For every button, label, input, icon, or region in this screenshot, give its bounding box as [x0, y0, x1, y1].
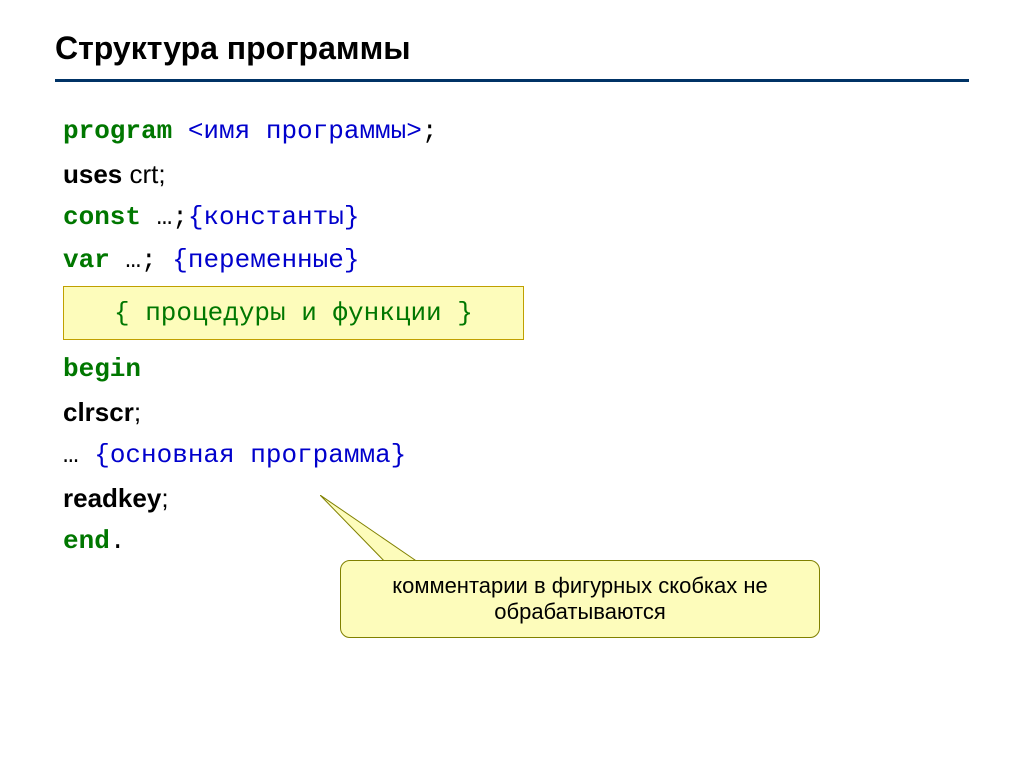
callout-text: комментарии в фигурных скобках не обраба…	[392, 573, 768, 624]
var-rest: …;	[110, 245, 172, 275]
code-line-readkey: readkey;	[63, 477, 969, 520]
clrscr-rest: ;	[134, 397, 141, 427]
code-line-end: end.	[63, 520, 969, 563]
highlight-text: { процедуры и функции }	[74, 292, 513, 335]
comment-var: {переменные}	[172, 245, 359, 275]
code-line-clrscr: clrscr;	[63, 391, 969, 434]
uses-rest: crt;	[130, 159, 166, 189]
main-pre: …	[63, 440, 94, 470]
semicolon: ;	[422, 116, 438, 146]
code-line-const: const …;{константы}	[63, 196, 969, 239]
program-name: <имя программы>	[188, 116, 422, 146]
highlight-box: { процедуры и функции }	[63, 286, 524, 341]
keyword-readkey: readkey	[63, 483, 161, 513]
comment-const: {константы}	[188, 202, 360, 232]
keyword-var: var	[63, 245, 110, 275]
end-rest: .	[110, 526, 126, 556]
keyword-program: program	[63, 116, 172, 146]
code-line-uses: uses crt;	[63, 153, 969, 196]
comment-main: {основная программа}	[94, 440, 406, 470]
code-line-var: var …; {переменные}	[63, 239, 969, 282]
code-line-begin: begin	[63, 348, 969, 391]
keyword-const: const	[63, 202, 141, 232]
readkey-rest: ;	[161, 483, 168, 513]
keyword-end: end	[63, 526, 110, 556]
keyword-uses: uses	[63, 159, 130, 189]
keyword-begin: begin	[63, 354, 141, 384]
code-block: program <имя программы>; uses crt; const…	[55, 110, 969, 563]
code-line-program: program <имя программы>;	[63, 110, 969, 153]
code-line-main: … {основная программа}	[63, 434, 969, 477]
const-rest: …;	[141, 202, 188, 232]
keyword-clrscr: clrscr	[63, 397, 134, 427]
slide-title: Структура программы	[55, 30, 969, 82]
callout-box: комментарии в фигурных скобках не обраба…	[340, 560, 820, 638]
